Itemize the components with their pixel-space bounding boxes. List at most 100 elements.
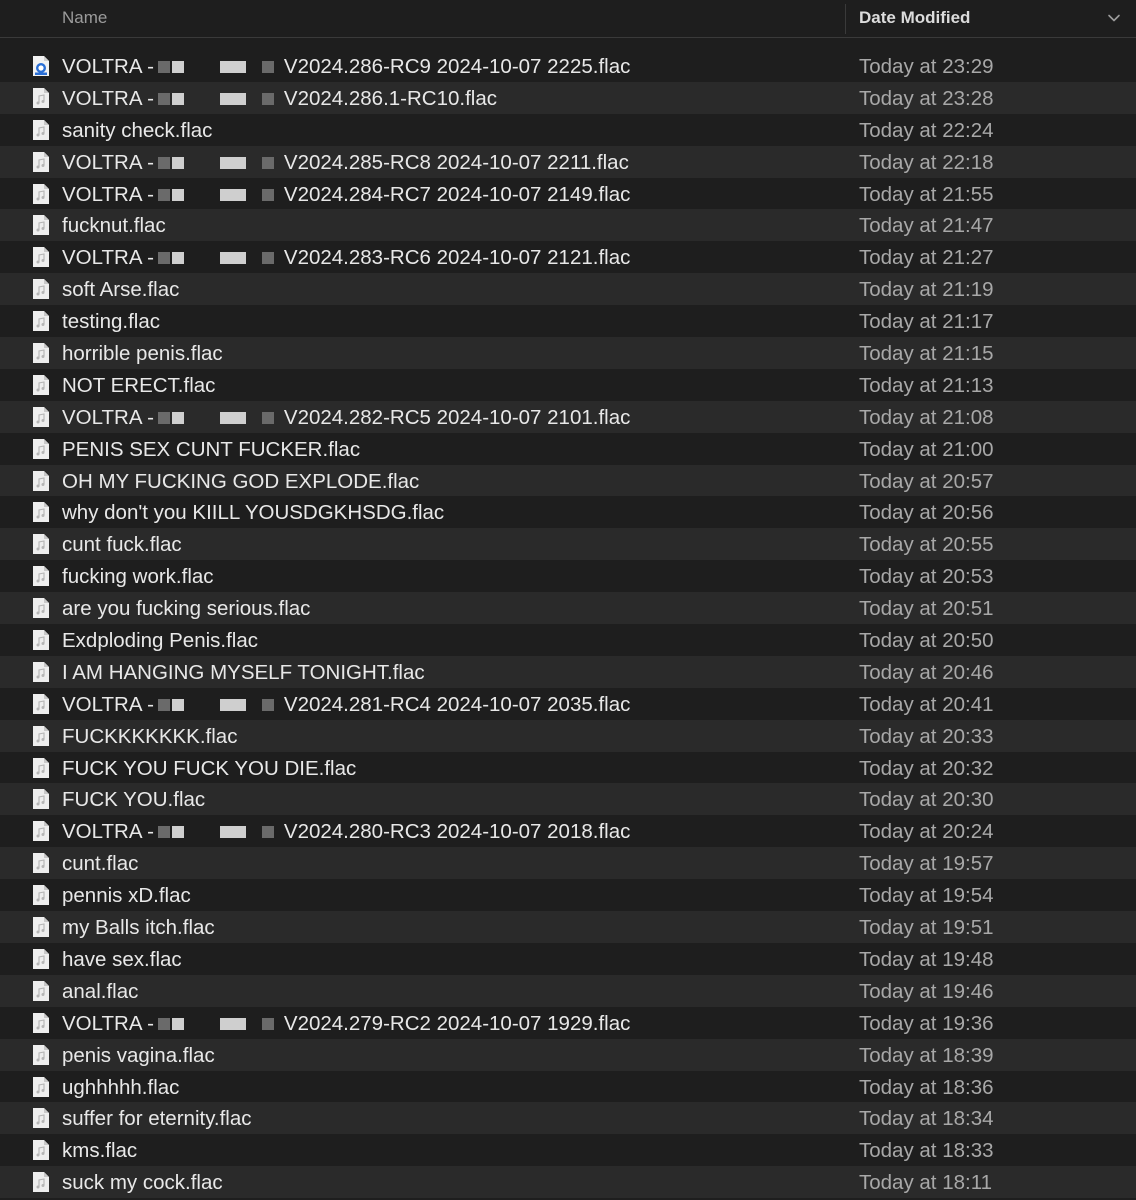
file-row[interactable]: pennis xD.flac Today at 19:54 (0, 879, 1136, 912)
column-header-date-modified[interactable]: Date Modified (859, 8, 970, 28)
file-date-modified: Today at 19:54 (859, 884, 994, 908)
file-date-modified: Today at 19:46 (859, 979, 994, 1003)
file-row[interactable]: sanity check.flac Today at 22:24 (0, 113, 1136, 146)
file-name: anal.flac (62, 979, 139, 1003)
file-row[interactable]: FUCK YOU FUCK YOU DIE.flac Today at 20:32 (0, 751, 1136, 784)
audio-file-icon (33, 470, 49, 491)
file-date-modified: Today at 22:24 (859, 118, 994, 142)
redaction-mask (157, 153, 276, 171)
file-date-modified: Today at 20:46 (859, 660, 994, 684)
file-name: OH MY FUCKING GOD EXPLODE.flac (62, 469, 420, 493)
file-name-version: V2024.281-RC4 2024-10-07 2035.flac (283, 692, 631, 716)
file-row[interactable]: FUCK YOU.flac Today at 20:30 (0, 783, 1136, 816)
file-row[interactable]: I AM HANGING MYSELF TONIGHT.flac Today at… (0, 655, 1136, 688)
column-divider[interactable] (845, 4, 846, 34)
file-row[interactable]: VOLTRA - V2024.286.1-RC10.flac Today at 23… (0, 81, 1136, 114)
file-date-modified: Today at 20:41 (859, 692, 994, 716)
audio-file-icon (33, 87, 49, 108)
file-date-modified: Today at 19:48 (859, 947, 994, 971)
file-date-modified: Today at 23:29 (859, 55, 994, 78)
file-row[interactable]: have sex.flac Today at 19:48 (0, 942, 1136, 975)
redaction-mask (157, 1014, 276, 1032)
file-name-version: V2024.280-RC3 2024-10-07 2018.flac (283, 820, 631, 844)
file-row[interactable]: fucking work.flac Today at 20:53 (0, 560, 1136, 593)
file-name: suck my cock.flac (62, 1171, 223, 1195)
file-row[interactable]: suck my cock.flac Today at 18:11 (0, 1166, 1136, 1199)
file-row[interactable]: soft Arse.flac Today at 21:19 (0, 273, 1136, 306)
file-name: cunt fuck.flac (62, 533, 182, 557)
audio-file-icon (33, 980, 49, 1001)
file-row[interactable]: fucknut.flac Today at 21:47 (0, 209, 1136, 242)
file-date-modified: Today at 19:57 (859, 852, 994, 876)
file-date-modified: Today at 21:00 (859, 437, 994, 461)
audio-file-icon (33, 821, 49, 842)
file-date-modified: Today at 21:17 (859, 310, 994, 334)
file-name: VOLTRA - V2024.280-RC3 2024-10-07 2018.fl… (62, 820, 630, 844)
audio-file-icon (33, 343, 49, 364)
file-name: cunt.flac (62, 852, 139, 876)
redaction-mask (157, 408, 276, 426)
redaction-mask (157, 57, 276, 75)
file-row[interactable]: ughhhhh.flac Today at 18:36 (0, 1070, 1136, 1103)
file-row[interactable]: VOLTRA - V2024.286-RC9 2024-10-07 2225.fl… (0, 50, 1136, 82)
column-header-name[interactable]: Name (62, 8, 107, 28)
file-row[interactable]: anal.flac Today at 19:46 (0, 974, 1136, 1007)
audio-file-icon (33, 311, 49, 332)
file-date-modified: Today at 20:50 (859, 629, 994, 653)
file-date-modified: Today at 21:55 (859, 182, 994, 206)
file-row[interactable]: OH MY FUCKING GOD EXPLODE.flac Today at 2… (0, 464, 1136, 497)
file-row[interactable]: are you fucking serious.flac Today at 20:… (0, 592, 1136, 625)
file-row[interactable]: PENIS SEX CUNT FUCKER.flac Today at 21:00 (0, 432, 1136, 465)
file-name: NOT ERECT.flac (62, 373, 216, 397)
file-name: VOLTRA - V2024.279-RC2 2024-10-07 1929.fl… (62, 1012, 630, 1036)
file-row[interactable]: VOLTRA - V2024.284-RC7 2024-10-07 2149.fl… (0, 177, 1136, 210)
file-name-version: V2024.286.1-RC10.flac (283, 86, 497, 110)
audio-file-icon (33, 119, 49, 140)
file-row[interactable]: my Balls itch.flac Today at 19:51 (0, 911, 1136, 943)
file-name: pennis xD.flac (62, 884, 191, 908)
file-name: FUCK YOU.flac (62, 788, 206, 812)
file-date-modified: Today at 21:47 (859, 214, 994, 238)
file-row[interactable]: NOT ERECT.flac Today at 21:13 (0, 368, 1136, 401)
file-name-version: V2024.283-RC6 2024-10-07 2121.flac (283, 246, 631, 270)
redaction-mask (157, 695, 276, 713)
file-date-modified: Today at 20:56 (859, 501, 994, 525)
file-date-modified: Today at 21:19 (859, 278, 994, 302)
audio-file-icon (33, 1012, 49, 1033)
audio-file-icon (33, 438, 49, 459)
file-row[interactable]: VOLTRA - V2024.282-RC5 2024-10-07 2101.fl… (0, 400, 1136, 433)
file-name: I AM HANGING MYSELF TONIGHT.flac (62, 660, 425, 684)
file-name: horrible penis.flac (62, 342, 223, 366)
file-row[interactable]: VOLTRA - V2024.280-RC3 2024-10-07 2018.fl… (0, 815, 1136, 848)
file-row[interactable]: why don't you KIILL YOUSDGKHSDG.flac Toda… (0, 496, 1136, 529)
file-name: VOLTRA - V2024.282-RC5 2024-10-07 2101.fl… (62, 406, 630, 430)
file-name: VOLTRA - V2024.281-RC4 2024-10-07 2035.fl… (62, 693, 630, 717)
file-row[interactable]: Exdploding Penis.flac Today at 20:50 (0, 624, 1136, 656)
file-row[interactable]: VOLTRA - V2024.283-RC6 2024-10-07 2121.fl… (0, 241, 1136, 274)
chevron-down-icon[interactable] (1106, 10, 1122, 26)
file-date-modified: Today at 20:30 (859, 788, 994, 812)
file-row[interactable]: horrible penis.flac Today at 21:15 (0, 337, 1136, 369)
file-name: testing.flac (62, 310, 160, 334)
file-date-modified: Today at 20:24 (859, 820, 994, 844)
file-row[interactable]: testing.flac Today at 21:17 (0, 305, 1136, 338)
file-row[interactable]: FUCKKKKKKK.flac Today at 20:33 (0, 719, 1136, 752)
file-row[interactable]: VOLTRA - V2024.285-RC8 2024-10-07 2211.fl… (0, 145, 1136, 178)
file-row[interactable]: penis vagina.flac Today at 18:39 (0, 1038, 1136, 1071)
file-row[interactable]: cunt fuck.flac Today at 20:55 (0, 528, 1136, 561)
file-row[interactable]: VOLTRA - V2024.281-RC4 2024-10-07 2035.fl… (0, 687, 1136, 720)
audio-file-icon (33, 917, 49, 938)
file-name: my Balls itch.flac (62, 916, 215, 940)
file-name-version: V2024.282-RC5 2024-10-07 2101.flac (283, 405, 631, 429)
file-name-version: V2024.279-RC2 2024-10-07 1929.flac (283, 1011, 631, 1035)
file-row[interactable]: kms.flac Today at 18:33 (0, 1134, 1136, 1167)
audio-file-icon (33, 406, 49, 427)
file-name: VOLTRA - V2024.283-RC6 2024-10-07 2121.fl… (62, 246, 630, 270)
file-date-modified: Today at 19:36 (859, 1011, 994, 1035)
file-row[interactable]: cunt.flac Today at 19:57 (0, 847, 1136, 880)
audio-file-icon (33, 183, 49, 204)
file-name-prefix: VOLTRA - (62, 150, 154, 174)
file-name-prefix: VOLTRA - (62, 55, 154, 78)
file-row[interactable]: VOLTRA - V2024.279-RC2 2024-10-07 1929.fl… (0, 1006, 1136, 1039)
file-row[interactable]: suffer for eternity.flac Today at 18:34 (0, 1102, 1136, 1135)
